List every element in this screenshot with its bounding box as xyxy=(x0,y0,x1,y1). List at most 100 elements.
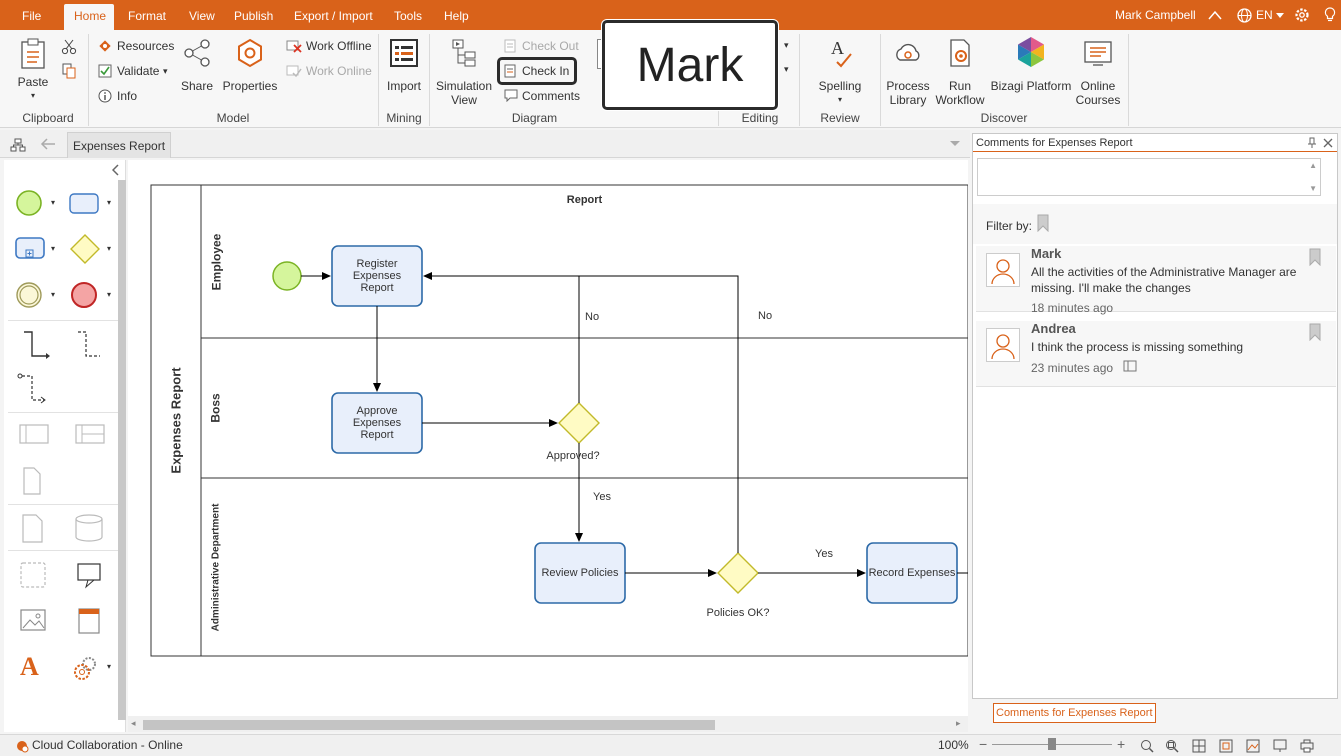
tab-comments-panel[interactable]: Comments for Expenses Report xyxy=(993,703,1156,723)
subprocess-icon[interactable] xyxy=(14,236,46,262)
check-out-button[interactable]: Check Out xyxy=(522,39,579,53)
flow-label: Yes xyxy=(815,548,833,560)
bizagi-platform-button[interactable]: Bizagi Platform xyxy=(990,36,1072,93)
paste-button[interactable]: Paste ▾ xyxy=(14,38,52,108)
cut-icon[interactable] xyxy=(61,39,77,55)
info-button[interactable]: Info xyxy=(117,89,137,103)
simulation-view-button[interactable]: Simulation View xyxy=(434,38,494,107)
scroll-up-icon[interactable]: ▲ xyxy=(1309,161,1317,170)
chevron-down-icon[interactable]: ▾ xyxy=(784,62,789,76)
zoom-in-icon[interactable]: + xyxy=(1117,736,1125,752)
menu-tab-export-import[interactable]: Export / Import xyxy=(284,4,383,30)
discover-group-label: Discover xyxy=(980,111,1028,125)
attachment-icon[interactable] xyxy=(1123,360,1137,372)
chevron-down-icon[interactable]: ▾ xyxy=(51,244,55,253)
scrollbar-thumb[interactable] xyxy=(143,720,715,730)
lightbulb-icon[interactable] xyxy=(1324,7,1336,23)
validate-button[interactable]: Validate xyxy=(117,64,159,78)
resources-button[interactable]: Resources xyxy=(117,39,174,53)
globe-icon[interactable] xyxy=(1237,8,1252,23)
chevron-down-icon[interactable]: ▾ xyxy=(51,198,55,207)
share-button[interactable]: Share xyxy=(180,38,214,93)
gateway-icon[interactable] xyxy=(68,232,102,266)
tab-expenses-report[interactable]: Expenses Report xyxy=(67,132,172,158)
annotation-icon[interactable] xyxy=(74,560,104,590)
zoom-slider-thumb[interactable] xyxy=(1048,738,1056,750)
chevron-down-icon[interactable]: ▾ xyxy=(51,290,55,299)
lane-icon[interactable] xyxy=(74,422,106,446)
menu-tab-publish[interactable]: Publish xyxy=(224,4,283,30)
collapse-palette-icon[interactable] xyxy=(112,164,120,176)
intermediate-event-icon[interactable] xyxy=(14,280,44,310)
presentation-icon[interactable] xyxy=(1273,739,1287,753)
chevron-down-icon[interactable]: ▾ xyxy=(784,38,789,52)
bookmark-filter-icon[interactable] xyxy=(1037,214,1049,232)
chevron-down-icon[interactable]: ▾ xyxy=(107,198,111,207)
gear-icon[interactable] xyxy=(1294,7,1310,23)
online-courses-button[interactable]: Online Courses xyxy=(1074,38,1122,107)
menu-tab-format[interactable]: Format xyxy=(118,4,176,30)
close-icon[interactable] xyxy=(1323,138,1333,148)
bookmark-icon[interactable] xyxy=(1309,323,1321,341)
custom-shapes-gear-icon[interactable] xyxy=(72,654,102,684)
copy-icon[interactable] xyxy=(61,63,77,79)
end-event-icon[interactable] xyxy=(69,280,99,310)
start-event-icon[interactable] xyxy=(14,188,44,218)
bookmark-icon[interactable] xyxy=(1309,248,1321,266)
grid-icon[interactable] xyxy=(1219,739,1233,753)
print-preview-icon[interactable] xyxy=(1300,739,1314,753)
data-object-icon[interactable] xyxy=(18,464,46,496)
fit-page-icon[interactable] xyxy=(1192,739,1206,753)
start-event[interactable] xyxy=(272,261,302,291)
document-icon[interactable] xyxy=(18,512,46,544)
text-icon[interactable]: A xyxy=(20,652,39,682)
zoom-fit-icon[interactable] xyxy=(1140,739,1154,753)
scroll-right-icon[interactable]: ▸ xyxy=(956,718,961,729)
canvas-horizontal-scrollbar[interactable]: ◂ ▸ xyxy=(128,716,968,732)
comments-button[interactable]: Comments xyxy=(522,89,580,103)
back-arrow-icon[interactable] xyxy=(40,138,56,150)
image-view-icon[interactable] xyxy=(1246,739,1260,753)
menu-tab-view[interactable]: View xyxy=(179,4,225,30)
chevron-down-icon[interactable]: ▾ xyxy=(163,64,168,78)
pin-icon[interactable] xyxy=(1307,137,1317,149)
diagram-explorer-icon[interactable] xyxy=(10,138,26,152)
scroll-down-icon[interactable]: ▼ xyxy=(1309,184,1317,193)
chevron-down-icon[interactable]: ▾ xyxy=(107,290,111,299)
spelling-button[interactable]: A Spelling ▾ xyxy=(812,38,868,107)
palette-scrollbar[interactable] xyxy=(118,180,126,720)
import-button[interactable]: Import xyxy=(384,38,424,93)
chevron-down-icon[interactable]: ▾ xyxy=(107,662,111,671)
menu-tab-help[interactable]: Help xyxy=(434,4,479,30)
pool-icon[interactable] xyxy=(18,422,50,446)
work-online-button[interactable]: Work Online xyxy=(306,64,372,78)
association-icon[interactable] xyxy=(16,372,50,406)
process-library-button[interactable]: Process Library xyxy=(884,38,932,107)
message-flow-icon[interactable] xyxy=(74,330,104,360)
task-icon[interactable] xyxy=(68,192,100,216)
chevron-down-icon[interactable] xyxy=(950,141,960,147)
comment-item[interactable]: Andrea I think the process is missing so… xyxy=(976,321,1336,387)
header-icon[interactable] xyxy=(74,606,104,636)
zoom-out-icon[interactable]: − xyxy=(979,736,987,752)
image-icon[interactable] xyxy=(18,606,48,636)
comment-input[interactable]: ▲ ▼ xyxy=(977,158,1321,196)
user-name[interactable]: Mark Campbell xyxy=(1115,0,1196,30)
collapse-ribbon-icon[interactable] xyxy=(1207,8,1223,22)
filter-row: Filter by: xyxy=(973,204,1337,244)
work-offline-button[interactable]: Work Offline xyxy=(306,39,372,53)
run-workflow-button[interactable]: Run Workflow xyxy=(934,38,986,107)
menu-tab-file[interactable]: File xyxy=(12,4,51,30)
menu-tab-home[interactable]: Home xyxy=(64,4,114,30)
data-store-icon[interactable] xyxy=(74,512,104,544)
properties-button[interactable]: Properties xyxy=(222,38,278,93)
language-selector[interactable]: EN xyxy=(1256,0,1273,30)
zoom-area-icon[interactable] xyxy=(1165,739,1179,753)
sequence-flow-icon[interactable] xyxy=(20,330,50,360)
comment-item[interactable]: Mark All the activities of the Administr… xyxy=(976,246,1336,315)
scroll-left-icon[interactable]: ◂ xyxy=(131,718,136,729)
group-icon[interactable] xyxy=(18,560,48,590)
diagram-canvas[interactable]: Expenses Report Report Employee Boss Adm… xyxy=(128,160,968,716)
menu-tab-tools[interactable]: Tools xyxy=(384,4,432,30)
chevron-down-icon[interactable]: ▾ xyxy=(107,244,111,253)
